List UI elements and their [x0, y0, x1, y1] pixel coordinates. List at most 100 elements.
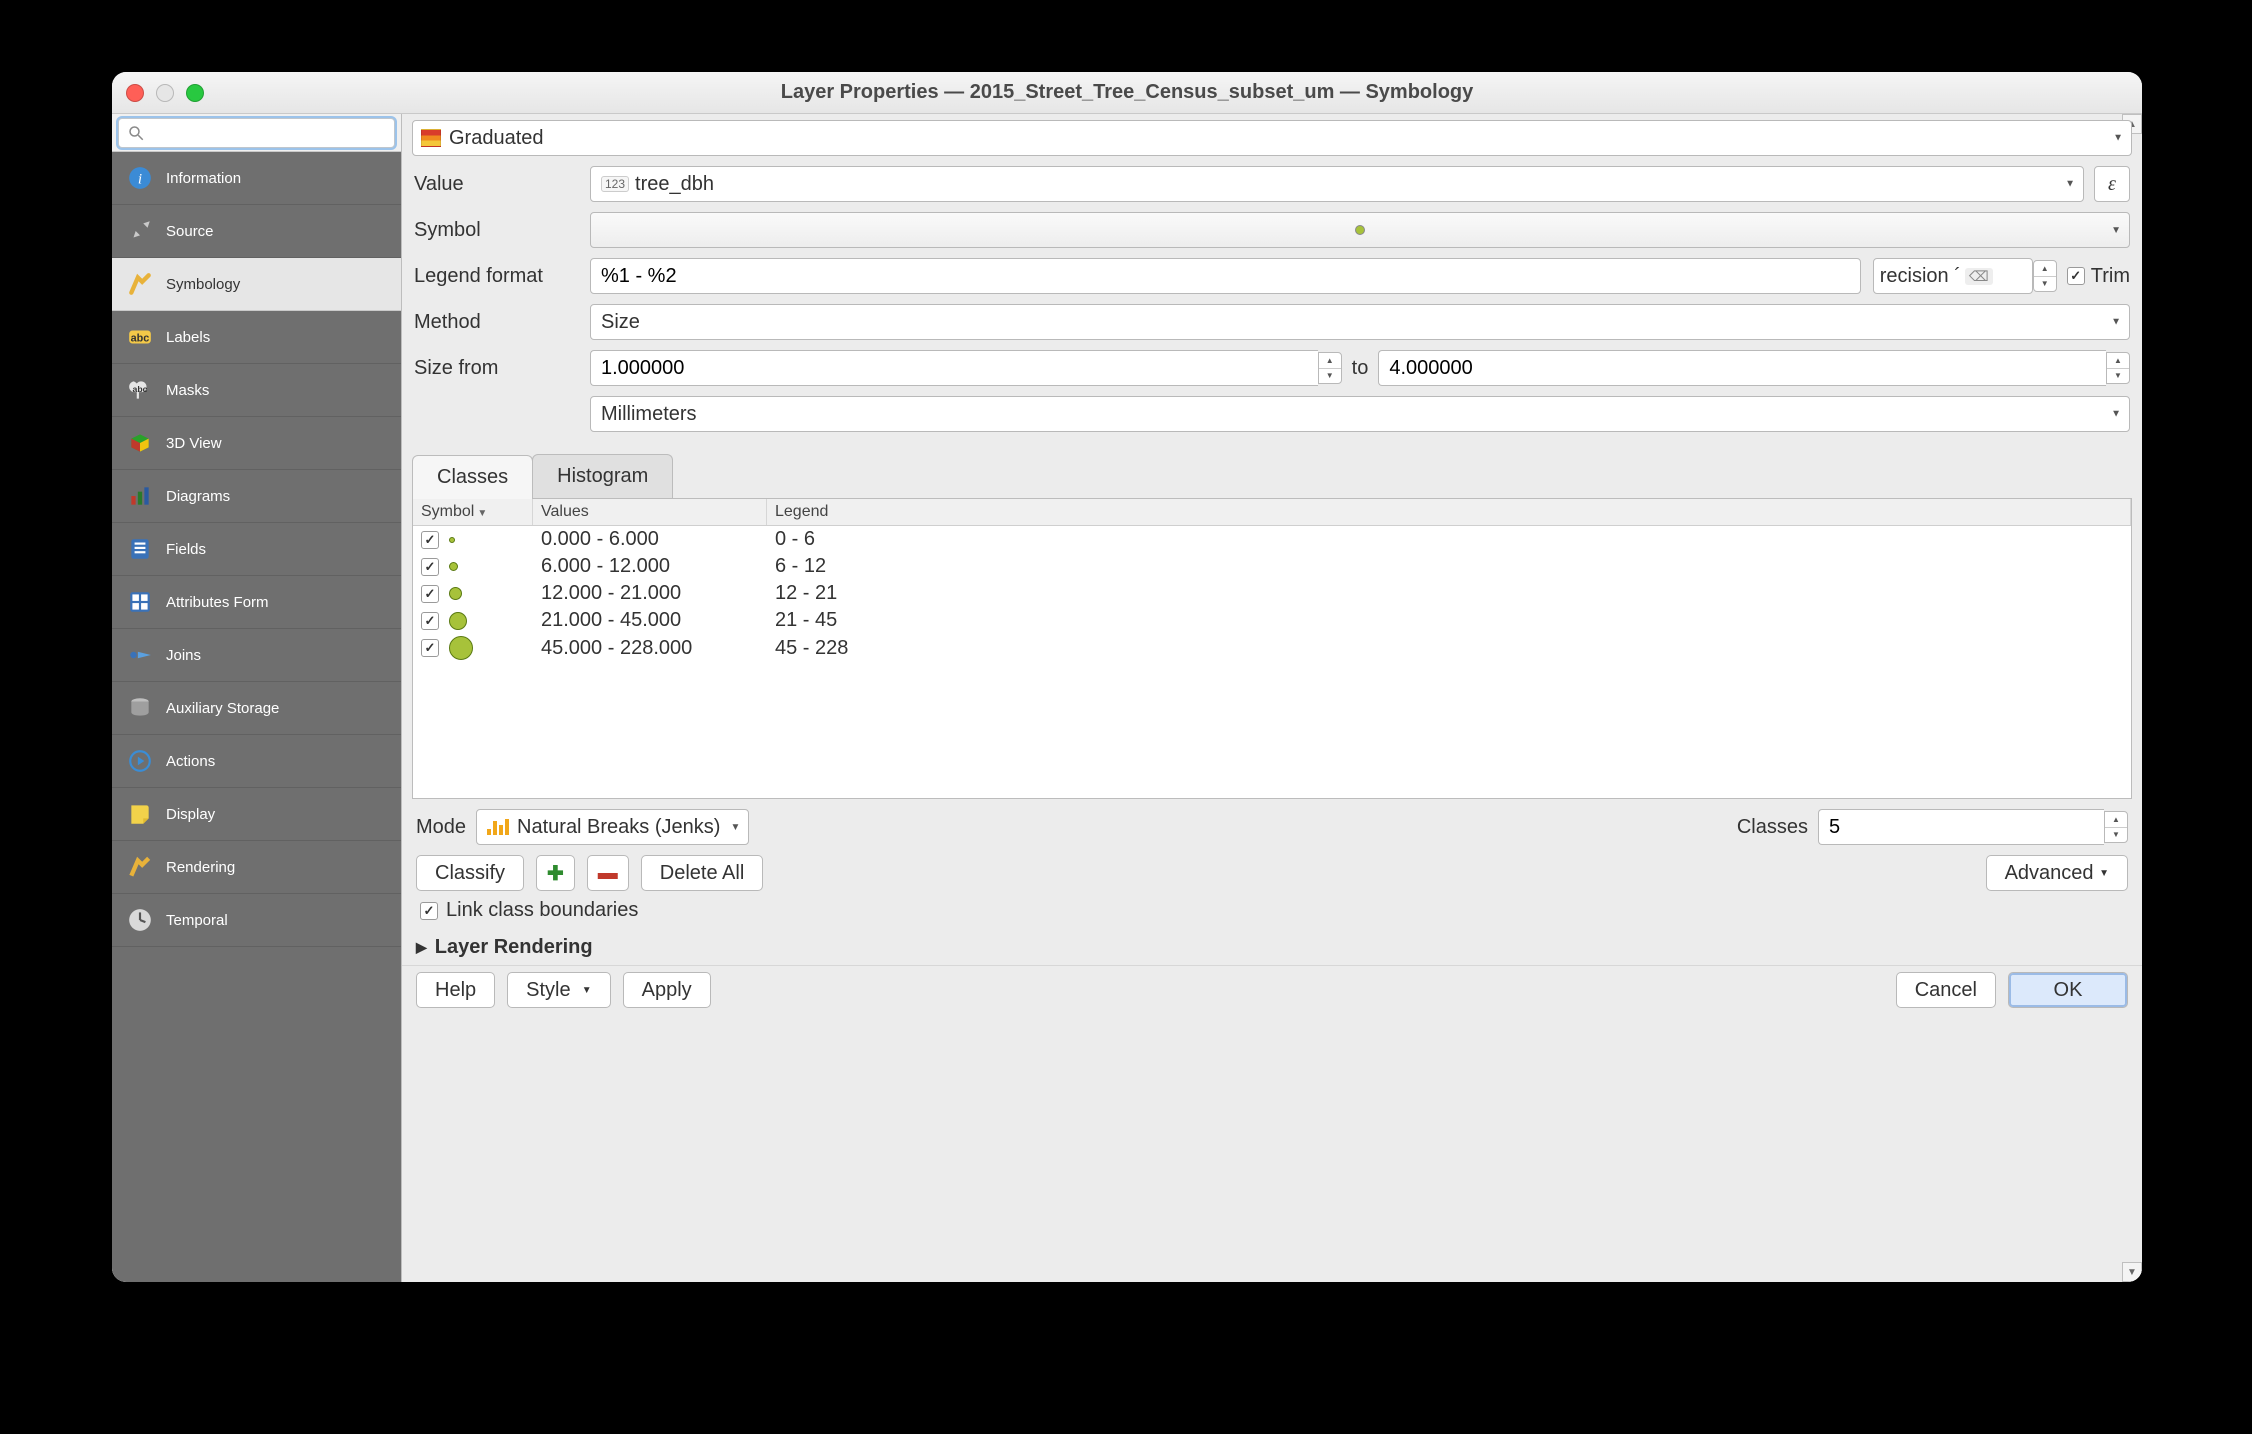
value-field-select[interactable]: 123 tree_dbh ▼	[590, 166, 2084, 202]
masks-icon: abc	[126, 376, 154, 404]
classes-spinbox[interactable]: ▲▼	[1818, 809, 2128, 845]
help-button[interactable]: Help	[416, 972, 495, 1008]
sidebar-item-auxiliary-storage[interactable]: Auxiliary Storage	[112, 682, 401, 735]
classify-button[interactable]: Classify	[416, 855, 524, 891]
window-close-button[interactable]	[126, 84, 144, 102]
jenks-icon	[487, 819, 509, 835]
row-checkbox[interactable]	[421, 531, 439, 549]
sidebar-item-display[interactable]: Display	[112, 788, 401, 841]
apply-button[interactable]: Apply	[623, 972, 711, 1008]
table-row[interactable]: 45.000 - 228.00045 - 228	[413, 634, 2131, 662]
search-icon	[127, 124, 145, 142]
row-symbol-icon	[449, 587, 462, 600]
table-header-legend[interactable]: Legend	[767, 499, 2131, 525]
search-input-wrap[interactable]	[118, 118, 395, 148]
remove-class-button[interactable]: ▬	[587, 855, 629, 891]
add-class-button[interactable]: ✚	[536, 855, 575, 891]
expression-button[interactable]: ε	[2094, 166, 2130, 202]
window-zoom-button[interactable]	[186, 84, 204, 102]
rendering-icon	[126, 853, 154, 881]
sidebar-item-diagrams[interactable]: Diagrams	[112, 470, 401, 523]
sidebar: iInformationSourceSymbologyabcLabelsabcM…	[112, 152, 401, 1282]
graduated-icon	[421, 129, 441, 147]
clear-icon[interactable]: ⌫	[1965, 268, 1993, 285]
attributes-form-icon	[126, 588, 154, 616]
search-input[interactable]	[151, 125, 386, 142]
ok-button[interactable]: OK	[2008, 972, 2128, 1008]
title-bar: Layer Properties — 2015_Street_Tree_Cens…	[112, 72, 2142, 114]
diagrams-icon	[126, 482, 154, 510]
auxiliary-storage-icon	[126, 694, 154, 722]
sidebar-item-actions[interactable]: Actions	[112, 735, 401, 788]
method-select[interactable]: Size ▼	[590, 304, 2130, 340]
row-legend: 12 - 21	[775, 582, 2123, 605]
legend-format-input[interactable]	[590, 258, 1861, 294]
sidebar-item-label: Actions	[166, 753, 215, 770]
tab-histogram[interactable]: Histogram	[532, 454, 673, 498]
mode-select[interactable]: Natural Breaks (Jenks) ▼	[476, 809, 749, 845]
sidebar-item-rendering[interactable]: Rendering	[112, 841, 401, 894]
size-from-spinbox[interactable]: ▲▼	[590, 350, 1342, 386]
style-button[interactable]: Style ▼	[507, 972, 611, 1008]
sidebar-item-masks[interactable]: abcMasks	[112, 364, 401, 417]
table-header-values[interactable]: Values	[533, 499, 767, 525]
sidebar-item-attributes-form[interactable]: Attributes Form	[112, 576, 401, 629]
sidebar-item-joins[interactable]: Joins	[112, 629, 401, 682]
sidebar-item-label: Temporal	[166, 912, 228, 929]
size-from-spinner[interactable]: ▲▼	[1318, 352, 1342, 384]
symbol-preview-button[interactable]: ▼	[590, 212, 2130, 248]
precision-spinner[interactable]: ▲▼	[2033, 260, 2057, 292]
row-checkbox[interactable]	[421, 612, 439, 630]
information-icon: i	[126, 164, 154, 192]
classes-input[interactable]	[1818, 809, 2104, 845]
table-row[interactable]: 6.000 - 12.0006 - 12	[413, 553, 2131, 580]
tab-classes[interactable]: Classes	[412, 455, 533, 499]
sidebar-item-fields[interactable]: Fields	[112, 523, 401, 576]
size-from-input[interactable]	[590, 350, 1318, 386]
table-row[interactable]: 12.000 - 21.00012 - 21	[413, 580, 2131, 607]
row-symbol-icon	[449, 562, 458, 571]
link-boundaries-checkbox[interactable]	[420, 902, 438, 920]
chevron-down-icon: ▼	[2113, 133, 2123, 144]
sidebar-item-symbology[interactable]: Symbology	[112, 258, 401, 311]
sidebar-item-label: Auxiliary Storage	[166, 700, 279, 717]
scroll-down-button[interactable]	[2122, 1262, 2142, 1282]
row-checkbox[interactable]	[421, 639, 439, 657]
row-checkbox[interactable]	[421, 558, 439, 576]
row-checkbox[interactable]	[421, 585, 439, 603]
renderer-select[interactable]: Graduated ▼	[412, 120, 2132, 156]
method-value: Size	[601, 311, 640, 334]
size-unit-value: Millimeters	[601, 403, 697, 426]
joins-icon	[126, 641, 154, 669]
chevron-down-icon: ▼	[2099, 868, 2109, 879]
sidebar-item-labels[interactable]: abcLabels	[112, 311, 401, 364]
size-unit-select[interactable]: Millimeters ▼	[590, 396, 2130, 432]
sidebar-item-information[interactable]: iInformation	[112, 152, 401, 205]
precision-partial-text: recision ´	[1880, 265, 1961, 288]
sidebar-item-temporal[interactable]: Temporal	[112, 894, 401, 947]
table-row[interactable]: 0.000 - 6.0000 - 6	[413, 526, 2131, 553]
layer-rendering-expander[interactable]: Layer Rendering	[402, 930, 2142, 965]
table-row[interactable]: 21.000 - 45.00021 - 45	[413, 607, 2131, 634]
delete-all-button[interactable]: Delete All	[641, 855, 764, 891]
sidebar-item-label: Attributes Form	[166, 594, 269, 611]
trim-checkbox[interactable]	[2067, 267, 2085, 285]
row-legend: 45 - 228	[775, 637, 2123, 660]
trim-label: Trim	[2091, 265, 2130, 288]
advanced-button[interactable]: Advanced ▼	[1986, 855, 2128, 891]
precision-spinbox[interactable]: recision ´ ⌫	[1873, 258, 2033, 294]
sidebar-item-source[interactable]: Source	[112, 205, 401, 258]
window: Layer Properties — 2015_Street_Tree_Cens…	[112, 72, 2142, 1282]
size-to-input[interactable]	[1378, 350, 2106, 386]
window-minimize-button[interactable]	[156, 84, 174, 102]
size-to-spinner[interactable]: ▲▼	[2106, 352, 2130, 384]
size-to-spinbox[interactable]: ▲▼	[1378, 350, 2130, 386]
cancel-button[interactable]: Cancel	[1896, 972, 1996, 1008]
classes-spinner[interactable]: ▲▼	[2104, 811, 2128, 843]
table-header-symbol[interactable]: Symbol▼	[413, 499, 533, 525]
chevron-down-icon: ▼	[582, 985, 592, 996]
chevron-down-icon: ▼	[2111, 409, 2121, 420]
sidebar-item-3d-view[interactable]: 3D View	[112, 417, 401, 470]
sidebar-item-label: Display	[166, 806, 215, 823]
size-from-label: Size from	[414, 357, 590, 380]
